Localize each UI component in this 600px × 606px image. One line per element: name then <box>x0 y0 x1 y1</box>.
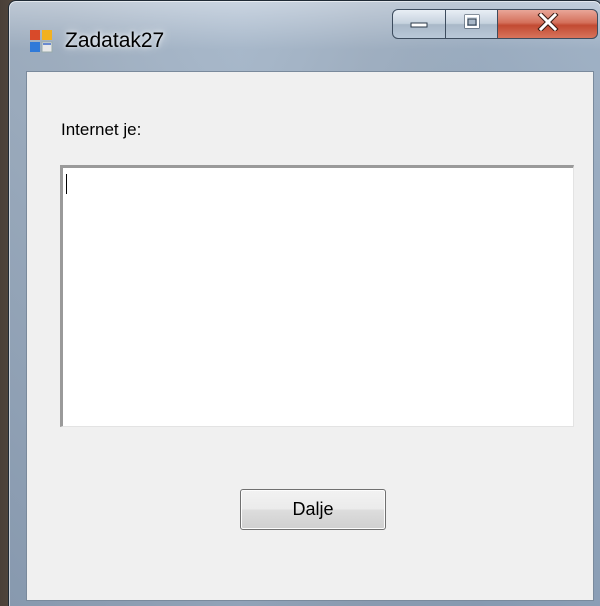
dalje-button-label: Dalje <box>292 499 334 519</box>
dalje-button[interactable]: Dalje <box>240 489 386 530</box>
winforms-app-icon[interactable] <box>29 29 53 53</box>
window-title: Zadatak27 <box>65 29 165 52</box>
close-button[interactable] <box>498 9 598 39</box>
minimize-icon <box>408 15 430 34</box>
answer-textbox[interactable] <box>60 165 574 427</box>
internet-label: Internet je: <box>61 120 142 139</box>
maximize-icon <box>461 13 483 36</box>
close-icon <box>536 10 560 36</box>
minimize-button[interactable] <box>392 9 446 39</box>
caption-buttons <box>392 9 598 39</box>
form-client-area: Internet je: Dalje <box>26 71 594 601</box>
maximize-button[interactable] <box>446 9 498 39</box>
text-caret <box>66 174 67 194</box>
title-bar[interactable]: Zadatak27 <box>9 1 600 61</box>
app-window: Zadatak27 Internet je: Dalje <box>8 0 600 606</box>
